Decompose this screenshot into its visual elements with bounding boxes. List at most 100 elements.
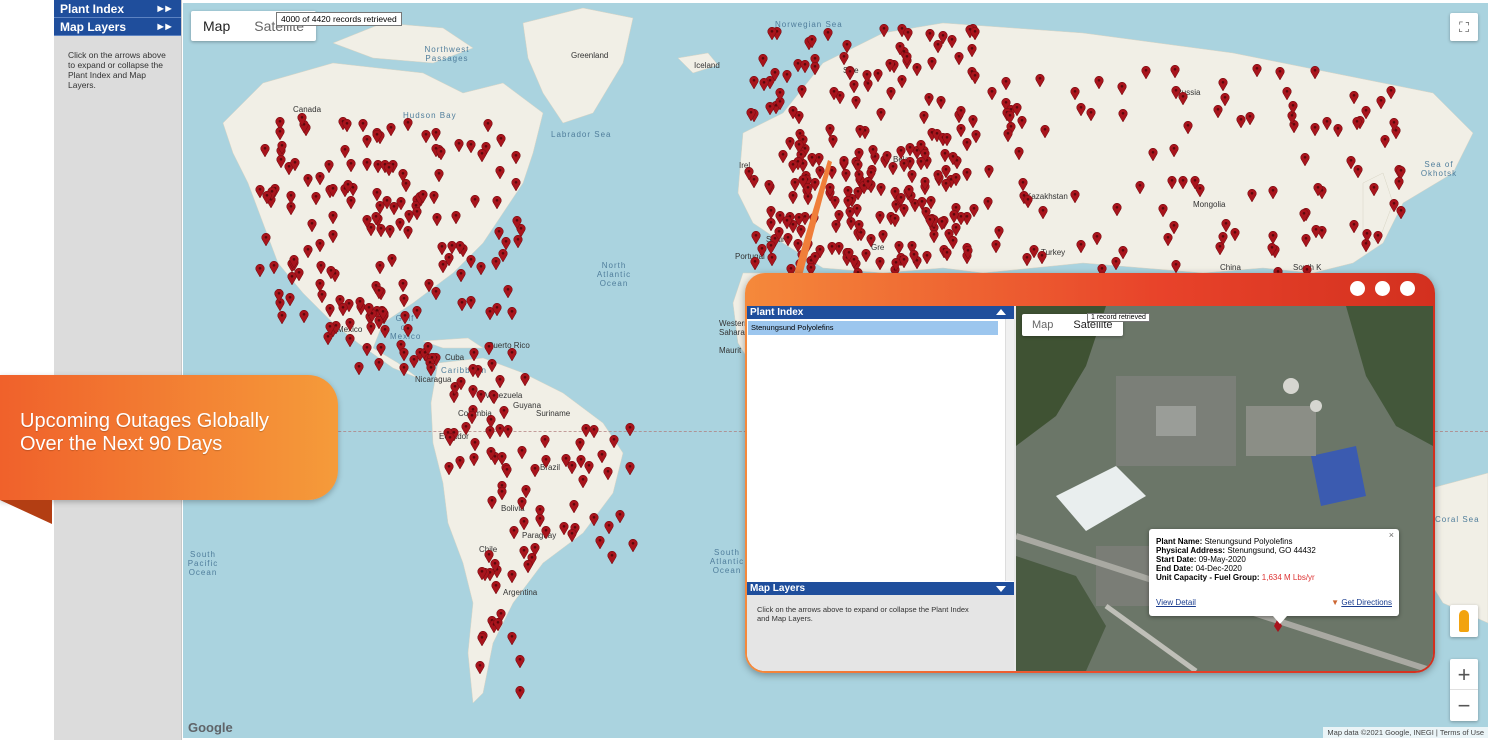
outage-pin-icon[interactable]: [346, 159, 356, 173]
outage-pin-icon[interactable]: [469, 453, 479, 467]
outage-pin-icon[interactable]: [595, 535, 605, 549]
outage-pin-icon[interactable]: [767, 253, 777, 267]
outage-pin-icon[interactable]: [507, 632, 517, 646]
outage-pin-icon[interactable]: [519, 516, 529, 530]
plant-list-item[interactable]: Stenungsund Polyolefins: [748, 321, 998, 335]
outage-pin-icon[interactable]: [1018, 178, 1028, 192]
outage-pin-icon[interactable]: [970, 70, 980, 84]
map-layers-toggle[interactable]: Map Layers ►►: [54, 18, 181, 36]
outage-pin-icon[interactable]: [933, 169, 943, 183]
outage-pin-icon[interactable]: [849, 80, 859, 94]
outage-pin-icon[interactable]: [929, 229, 939, 243]
outage-pin-icon[interactable]: [507, 348, 517, 362]
outage-pin-icon[interactable]: [891, 257, 901, 271]
outage-pin-icon[interactable]: [749, 76, 759, 90]
outage-pin-icon[interactable]: [751, 231, 761, 245]
outage-pin-icon[interactable]: [378, 306, 388, 320]
outage-pin-icon[interactable]: [362, 157, 372, 171]
street-view-icon[interactable]: [1450, 605, 1478, 637]
outage-pin-icon[interactable]: [385, 225, 395, 239]
outage-pin-icon[interactable]: [878, 229, 888, 243]
outage-pin-icon[interactable]: [885, 58, 895, 72]
outage-pin-icon[interactable]: [523, 560, 533, 574]
outage-pin-icon[interactable]: [797, 84, 807, 98]
outage-pin-icon[interactable]: [604, 520, 615, 534]
outage-pin-icon[interactable]: [607, 550, 617, 564]
outage-pin-icon[interactable]: [1221, 218, 1231, 232]
outage-pin-icon[interactable]: [757, 243, 767, 257]
outage-pin-icon[interactable]: [375, 260, 385, 274]
outage-pin-icon[interactable]: [984, 165, 994, 179]
outage-pin-icon[interactable]: [942, 247, 952, 261]
outage-pin-icon[interactable]: [362, 214, 372, 228]
outage-pin-icon[interactable]: [399, 362, 409, 376]
outage-pin-icon[interactable]: [276, 141, 287, 155]
outage-pin-icon[interactable]: [343, 180, 353, 194]
outage-pin-icon[interactable]: [1333, 124, 1343, 138]
outage-pin-icon[interactable]: [345, 317, 355, 331]
outage-pin-icon[interactable]: [1141, 65, 1151, 79]
outage-pin-icon[interactable]: [886, 86, 896, 100]
expand-down-icon[interactable]: [996, 586, 1006, 592]
outage-pin-icon[interactable]: [597, 450, 607, 464]
outage-pin-icon[interactable]: [386, 123, 396, 137]
outage-pin-icon[interactable]: [289, 254, 299, 268]
view-detail-link[interactable]: View Detail: [1156, 598, 1196, 607]
outage-pin-icon[interactable]: [875, 210, 885, 224]
outage-pin-icon[interactable]: [1169, 144, 1179, 158]
outage-pin-icon[interactable]: [1135, 181, 1145, 195]
outage-pin-icon[interactable]: [828, 135, 838, 149]
outage-pin-icon[interactable]: [495, 165, 505, 179]
outage-pin-icon[interactable]: [991, 239, 1001, 253]
outage-pin-icon[interactable]: [782, 69, 792, 83]
outage-pin-icon[interactable]: [1369, 182, 1379, 196]
outage-pin-icon[interactable]: [1040, 124, 1050, 138]
outage-pin-icon[interactable]: [328, 183, 338, 197]
outage-pin-icon[interactable]: [854, 147, 864, 161]
outage-pin-icon[interactable]: [507, 569, 517, 583]
outage-pin-icon[interactable]: [374, 357, 384, 371]
plant-index-toggle[interactable]: Plant Index ►►: [54, 0, 181, 18]
outage-pin-icon[interactable]: [507, 306, 517, 320]
outage-pin-icon[interactable]: [421, 130, 431, 144]
outage-pin-icon[interactable]: [398, 168, 408, 182]
outage-pin-icon[interactable]: [987, 87, 997, 101]
outage-pin-icon[interactable]: [851, 96, 861, 110]
outage-pin-icon[interactable]: [530, 463, 540, 477]
outage-pin-icon[interactable]: [346, 196, 356, 210]
outage-pin-icon[interactable]: [1092, 231, 1102, 245]
outage-pin-icon[interactable]: [389, 201, 399, 215]
outage-pin-icon[interactable]: [1376, 96, 1386, 110]
outage-pin-icon[interactable]: [917, 197, 927, 211]
outage-pin-icon[interactable]: [589, 424, 599, 438]
outage-pin-icon[interactable]: [466, 295, 476, 309]
outage-pin-icon[interactable]: [444, 461, 454, 475]
outage-pin-icon[interactable]: [434, 169, 444, 183]
outage-pin-icon[interactable]: [477, 633, 487, 647]
outage-pin-icon[interactable]: [374, 285, 384, 299]
outage-pin-icon[interactable]: [578, 474, 588, 488]
outage-pin-icon[interactable]: [520, 373, 530, 387]
outage-pin-icon[interactable]: [372, 130, 382, 144]
outage-pin-icon[interactable]: [788, 105, 798, 119]
outage-pin-icon[interactable]: [879, 23, 889, 37]
outage-pin-icon[interactable]: [486, 446, 496, 460]
outage-pin-icon[interactable]: [457, 297, 467, 311]
outage-pin-icon[interactable]: [260, 143, 270, 157]
outage-pin-icon[interactable]: [477, 148, 487, 162]
outage-pin-icon[interactable]: [1267, 242, 1277, 256]
outage-pin-icon[interactable]: [1396, 206, 1406, 220]
outage-pin-icon[interactable]: [512, 215, 522, 229]
outage-pin-icon[interactable]: [1035, 74, 1045, 88]
outage-pin-icon[interactable]: [770, 67, 780, 81]
outage-pin-icon[interactable]: [487, 496, 497, 510]
outage-pin-icon[interactable]: [515, 686, 525, 700]
outage-pin-icon[interactable]: [890, 213, 900, 227]
outage-pin-icon[interactable]: [1389, 117, 1399, 131]
outage-pin-icon[interactable]: [495, 375, 505, 389]
map-layers-header[interactable]: Map Layers: [747, 582, 1014, 595]
outage-pin-icon[interactable]: [454, 139, 464, 153]
outage-pin-icon[interactable]: [967, 43, 977, 57]
outage-pin-icon[interactable]: [907, 169, 917, 183]
outage-pin-icon[interactable]: [1076, 102, 1086, 116]
